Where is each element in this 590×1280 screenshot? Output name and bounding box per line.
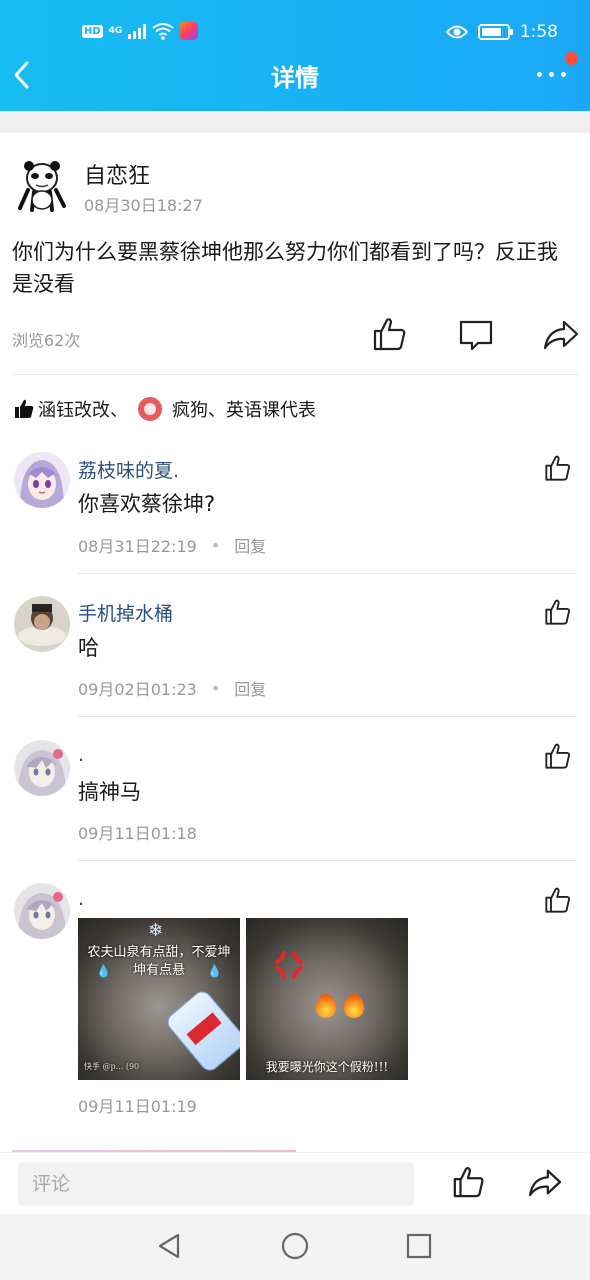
app-notification-icon <box>180 22 199 40</box>
liked-by-list: 涵钰改改、 疯狗、英语课代表 <box>14 396 316 422</box>
nav-recents-icon[interactable] <box>406 1232 432 1260</box>
liked-by-names[interactable]: 涵钰改改、 <box>38 396 128 422</box>
comment-author-name[interactable]: . <box>78 888 84 910</box>
share-icon[interactable] <box>528 1167 562 1197</box>
divider <box>78 573 576 574</box>
view-count: 浏览62次 <box>12 331 81 350</box>
comment-like-icon[interactable] <box>544 742 572 770</box>
comment-icon[interactable] <box>458 316 494 352</box>
comment-time: 09月02日01:23 <box>78 680 197 699</box>
nav-back-icon[interactable] <box>156 1232 182 1260</box>
share-icon[interactable] <box>543 316 579 352</box>
signal-icon <box>128 23 147 39</box>
network-type: 4G <box>108 26 123 36</box>
nav-home-icon[interactable] <box>281 1232 309 1260</box>
section-gap <box>0 111 590 133</box>
top-app-bar: HD 4G 1:58 详情 <box>0 0 590 111</box>
author-avatar[interactable] <box>14 156 70 212</box>
user-avatar-icon <box>138 397 162 421</box>
anger-icon <box>275 951 303 979</box>
comment-time: 09月11日01:18 <box>78 824 197 843</box>
meme-image[interactable]: ❄ 农夫山泉有点甜，不爱坤坤有点悬 💧 💧 快手 @p... (90 <box>78 918 240 1080</box>
comment-meta: 09月02日01:23 • 回复 <box>78 676 266 700</box>
system-navigation-bar <box>0 1214 590 1280</box>
notification-dot <box>565 52 578 65</box>
comment-avatar[interactable] <box>14 883 70 939</box>
comment-meta: 08月31日22:19 • 回复 <box>78 533 266 557</box>
comment-time: 08月31日22:19 <box>78 537 197 556</box>
battery-icon <box>477 24 513 40</box>
post-content: 你们为什么要黑蔡徐坤他那么努力你们都看到了吗？反正我是没看 <box>12 240 558 296</box>
comment-author-name[interactable]: 荔枝味的夏. <box>78 456 179 483</box>
meme-image[interactable]: 我要曝光你这个假粉!!! <box>246 918 408 1080</box>
comment-author-name[interactable]: 手机掉水桶 <box>78 599 173 626</box>
post-timestamp: 08月30日18:27 <box>84 196 203 215</box>
comment-text: 哈 <box>78 636 99 660</box>
comment-meta: 09月11日01:19 <box>78 1093 197 1117</box>
page-title: 详情 <box>271 64 319 92</box>
comment-images: ❄ 农夫山泉有点甜，不爱坤坤有点悬 💧 💧 快手 @p... (90 我要曝光你… <box>78 918 408 1080</box>
comment-text: 你喜欢蔡徐坤? <box>78 492 216 516</box>
thumbs-up-icon <box>15 399 34 418</box>
post-author-name[interactable]: 自恋狂 <box>84 158 150 190</box>
divider <box>78 716 576 717</box>
comment-avatar[interactable] <box>14 740 70 796</box>
comment-input[interactable] <box>18 1162 414 1206</box>
like-icon[interactable] <box>372 316 408 352</box>
comment-meta: 09月11日01:18 <box>78 820 197 844</box>
comment-time: 09月11日01:19 <box>78 1097 197 1116</box>
separator-dot: • <box>210 678 221 698</box>
comment-author-name[interactable]: . <box>78 744 84 766</box>
comment-like-icon[interactable] <box>544 598 572 626</box>
divider <box>12 374 578 375</box>
droplet-icon: 💧 <box>207 964 222 978</box>
comment-avatar[interactable] <box>14 452 70 508</box>
comment-like-icon[interactable] <box>544 886 572 914</box>
comment-like-icon[interactable] <box>544 454 572 482</box>
status-time: 1:58 <box>519 22 558 42</box>
like-icon[interactable] <box>452 1165 486 1199</box>
meme-caption: 我要曝光你这个假粉!!! <box>265 1060 389 1074</box>
separator-dot: • <box>210 535 221 555</box>
divider <box>78 860 576 861</box>
comment-text: 搞神马 <box>78 780 141 804</box>
comment-bar <box>0 1152 590 1214</box>
eye-comfort-icon <box>445 25 468 39</box>
reply-button[interactable]: 回复 <box>234 676 266 700</box>
meme-watermark: 快手 @p... (90 <box>84 1062 140 1071</box>
wifi-icon <box>152 23 174 40</box>
reply-button[interactable]: 回复 <box>234 533 266 557</box>
more-options-icon[interactable] <box>537 72 566 77</box>
liked-by-names-more[interactable]: 疯狗、英语课代表 <box>172 396 316 422</box>
fire-icon <box>344 994 364 1018</box>
comment-avatar[interactable] <box>14 596 70 652</box>
droplet-icon: 💧 <box>96 964 111 978</box>
status-bar: HD 4G 1:58 <box>0 22 590 50</box>
hd-icon: HD <box>82 24 103 38</box>
snowflake-icon: ❄ <box>148 920 164 941</box>
fire-icon <box>316 994 336 1018</box>
